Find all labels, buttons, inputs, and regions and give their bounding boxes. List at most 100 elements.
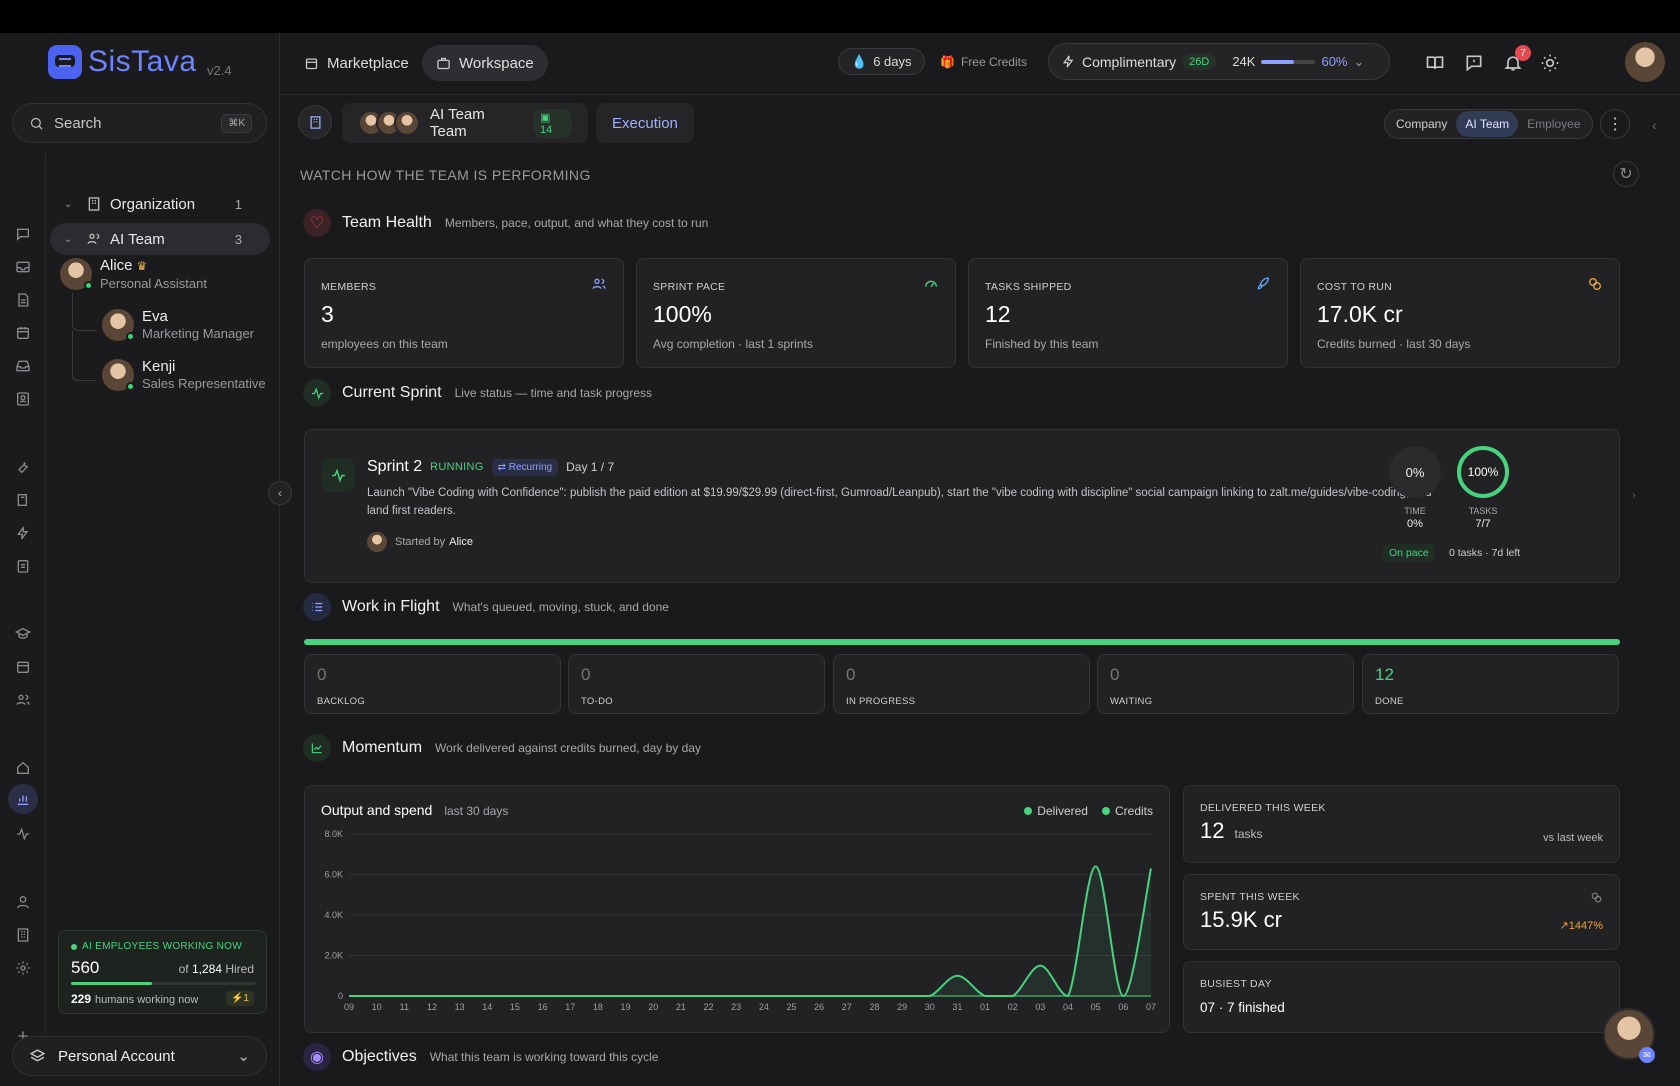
section-subtitle: Members, pace, output, and what they cos… bbox=[444, 216, 709, 230]
home-icon[interactable] bbox=[14, 759, 31, 776]
x-tick-label: 24 bbox=[759, 1002, 769, 1012]
section-objectives: ◉ Objectives What this team is working t… bbox=[303, 1043, 658, 1071]
team-name: AI Team Team bbox=[430, 106, 485, 140]
series-area-credits bbox=[349, 866, 1151, 996]
member-role: Sales Representative bbox=[142, 376, 266, 391]
x-tick-label: 09 bbox=[344, 1002, 354, 1012]
clipboard-icon[interactable] bbox=[14, 557, 31, 574]
x-tick-label: 31 bbox=[952, 1002, 962, 1012]
people-icon[interactable] bbox=[14, 691, 31, 708]
team-icon bbox=[87, 233, 100, 244]
flight-waiting[interactable]: 0 WAITING bbox=[1097, 654, 1354, 714]
tasks-label: TASKS bbox=[1468, 506, 1498, 516]
x-tick-label: 17 bbox=[565, 1002, 575, 1012]
tree-item-organization[interactable]: ⌄ Organization 1 bbox=[50, 188, 270, 220]
tray-icon[interactable] bbox=[14, 357, 31, 374]
scroll-next-icon[interactable]: › bbox=[1632, 488, 1636, 502]
section-title: Team Health bbox=[342, 214, 432, 231]
working-progress-fill bbox=[71, 982, 153, 985]
section-work-in-flight: Work in Flight What's queued, moving, st… bbox=[303, 593, 669, 621]
inbox-icon[interactable] bbox=[14, 258, 31, 275]
scope-ai-team[interactable]: AI Team bbox=[1456, 111, 1519, 137]
y-tick-label: 0 bbox=[338, 991, 343, 1001]
tree-item-ai-team[interactable]: ⌄ AI Team 3 bbox=[50, 223, 270, 255]
building-icon[interactable] bbox=[14, 926, 31, 943]
app-window: SisTava v2.4 Search ⌘K ⌄ Organization 1 … bbox=[0, 33, 1680, 1086]
analytics-icon[interactable] bbox=[8, 784, 38, 814]
flight-backlog[interactable]: 0 BACKLOG bbox=[304, 654, 561, 714]
page-caption: WATCH HOW THE TEAM IS PERFORMING bbox=[300, 167, 591, 183]
chat-icon[interactable] bbox=[14, 225, 31, 242]
section-subtitle: What's queued, moving, stuck, and done bbox=[452, 600, 669, 614]
time-value: 0% bbox=[1407, 518, 1423, 530]
user-avatar[interactable] bbox=[1625, 42, 1665, 82]
y-tick-label: 8.0K bbox=[324, 829, 343, 839]
logo[interactable]: SisTava bbox=[48, 45, 197, 79]
main-content: WATCH HOW THE TEAM IS PERFORMING ↻ ♡ Tea… bbox=[280, 159, 1650, 1086]
briefcase-icon bbox=[437, 57, 450, 69]
sun-icon[interactable] bbox=[1540, 53, 1560, 73]
collapse-sidebar-button[interactable]: ‹ bbox=[268, 481, 292, 505]
graduation-icon[interactable] bbox=[14, 625, 31, 642]
feedback-icon[interactable] bbox=[1464, 53, 1484, 73]
section-title: Objectives bbox=[342, 1048, 417, 1065]
book-icon[interactable] bbox=[14, 491, 31, 508]
member-kenji[interactable]: Kenji Sales Representative bbox=[102, 358, 266, 391]
x-tick-label: 18 bbox=[593, 1002, 603, 1012]
x-tick-label: 06 bbox=[1118, 1002, 1128, 1012]
document-icon[interactable] bbox=[14, 291, 31, 308]
breadcrumb-view[interactable]: Execution bbox=[596, 103, 694, 143]
member-alice[interactable]: Alice ♛ Personal Assistant bbox=[60, 257, 207, 291]
wrench-icon[interactable] bbox=[14, 458, 31, 475]
flight-done[interactable]: 12 DONE bbox=[1362, 654, 1619, 714]
breadcrumb-team[interactable]: AI Team Team ▣ 14 bbox=[342, 103, 588, 143]
sprint-name: Sprint 2 bbox=[367, 458, 423, 475]
gauge-icon bbox=[925, 280, 937, 288]
app-name: SisTava bbox=[88, 45, 197, 78]
x-tick-label: 26 bbox=[814, 1002, 824, 1012]
tab-marketplace[interactable]: Marketplace bbox=[290, 45, 423, 81]
line-chart: 0 2.0K 4.0K 6.0K 8.0K 09 10 11 12 13 14 15 16 17 18 19 2… bbox=[324, 829, 1156, 1012]
schedule-icon[interactable] bbox=[14, 658, 31, 675]
chat-bubble-icon[interactable]: ✉ bbox=[1639, 1047, 1655, 1063]
scope-company[interactable]: Company bbox=[1387, 111, 1456, 137]
collapse-right-panel-button[interactable]: ‹ bbox=[1652, 117, 1657, 133]
activity-icon[interactable] bbox=[14, 825, 31, 842]
tab-workspace[interactable]: Workspace bbox=[422, 45, 548, 81]
section-subtitle: Live status — time and task progress bbox=[454, 386, 653, 400]
tree-item-count: 1 bbox=[234, 196, 242, 212]
account-switcher[interactable]: Personal Account ⌄ bbox=[12, 1036, 267, 1076]
member-eva[interactable]: Eva Marketing Manager bbox=[102, 308, 254, 341]
sprint-card[interactable]: Sprint 2 RUNNING ⇄ Recurring Day 1 / 7 L… bbox=[304, 429, 1620, 583]
top-bar: Marketplace Workspace 💧 6 days 🎁 Free Cr… bbox=[280, 33, 1680, 95]
plan-usage-pct: 60% bbox=[1321, 54, 1348, 69]
plan-widget[interactable]: Complimentary 26D 24K 60% ⌄ bbox=[1048, 43, 1390, 80]
settings-icon[interactable] bbox=[14, 959, 31, 976]
x-tick-label: 01 bbox=[980, 1002, 990, 1012]
contacts-icon[interactable] bbox=[14, 390, 31, 407]
time-ring: 0% bbox=[1389, 446, 1441, 498]
search-input[interactable]: Search ⌘K bbox=[12, 103, 267, 143]
user-icon[interactable] bbox=[14, 893, 31, 910]
more-options-button[interactable]: ⋮ bbox=[1600, 109, 1630, 139]
calendar-icon[interactable] bbox=[14, 324, 31, 341]
x-tick-label: 02 bbox=[1008, 1002, 1018, 1012]
flight-in-progress[interactable]: 0 IN PROGRESS bbox=[833, 654, 1090, 714]
section-subtitle: Work delivered against credits burned, d… bbox=[435, 741, 701, 755]
stat-members: MEMBERS 3 employees on this team bbox=[304, 258, 624, 368]
heart-icon: ♡ bbox=[303, 209, 331, 237]
avatar bbox=[102, 308, 135, 341]
book-open-icon[interactable] bbox=[1425, 53, 1445, 73]
member-name: Eva bbox=[142, 308, 168, 325]
flight-todo[interactable]: 0 TO-DO bbox=[568, 654, 825, 714]
refresh-button[interactable]: ↻ bbox=[1613, 161, 1639, 187]
streak-pill[interactable]: 💧 6 days bbox=[838, 48, 925, 75]
bolt-icon[interactable] bbox=[14, 524, 31, 541]
scope-employee[interactable]: Employee bbox=[1518, 111, 1589, 137]
flight-progress-bar bbox=[304, 639, 1620, 645]
x-tick-label: 11 bbox=[400, 1002, 409, 1012]
free-credits-link[interactable]: 🎁 Free Credits bbox=[940, 55, 1027, 69]
bell-icon[interactable]: 7 bbox=[1503, 45, 1531, 73]
x-tick-label: 20 bbox=[648, 1002, 658, 1012]
org-home-button[interactable] bbox=[298, 105, 332, 139]
